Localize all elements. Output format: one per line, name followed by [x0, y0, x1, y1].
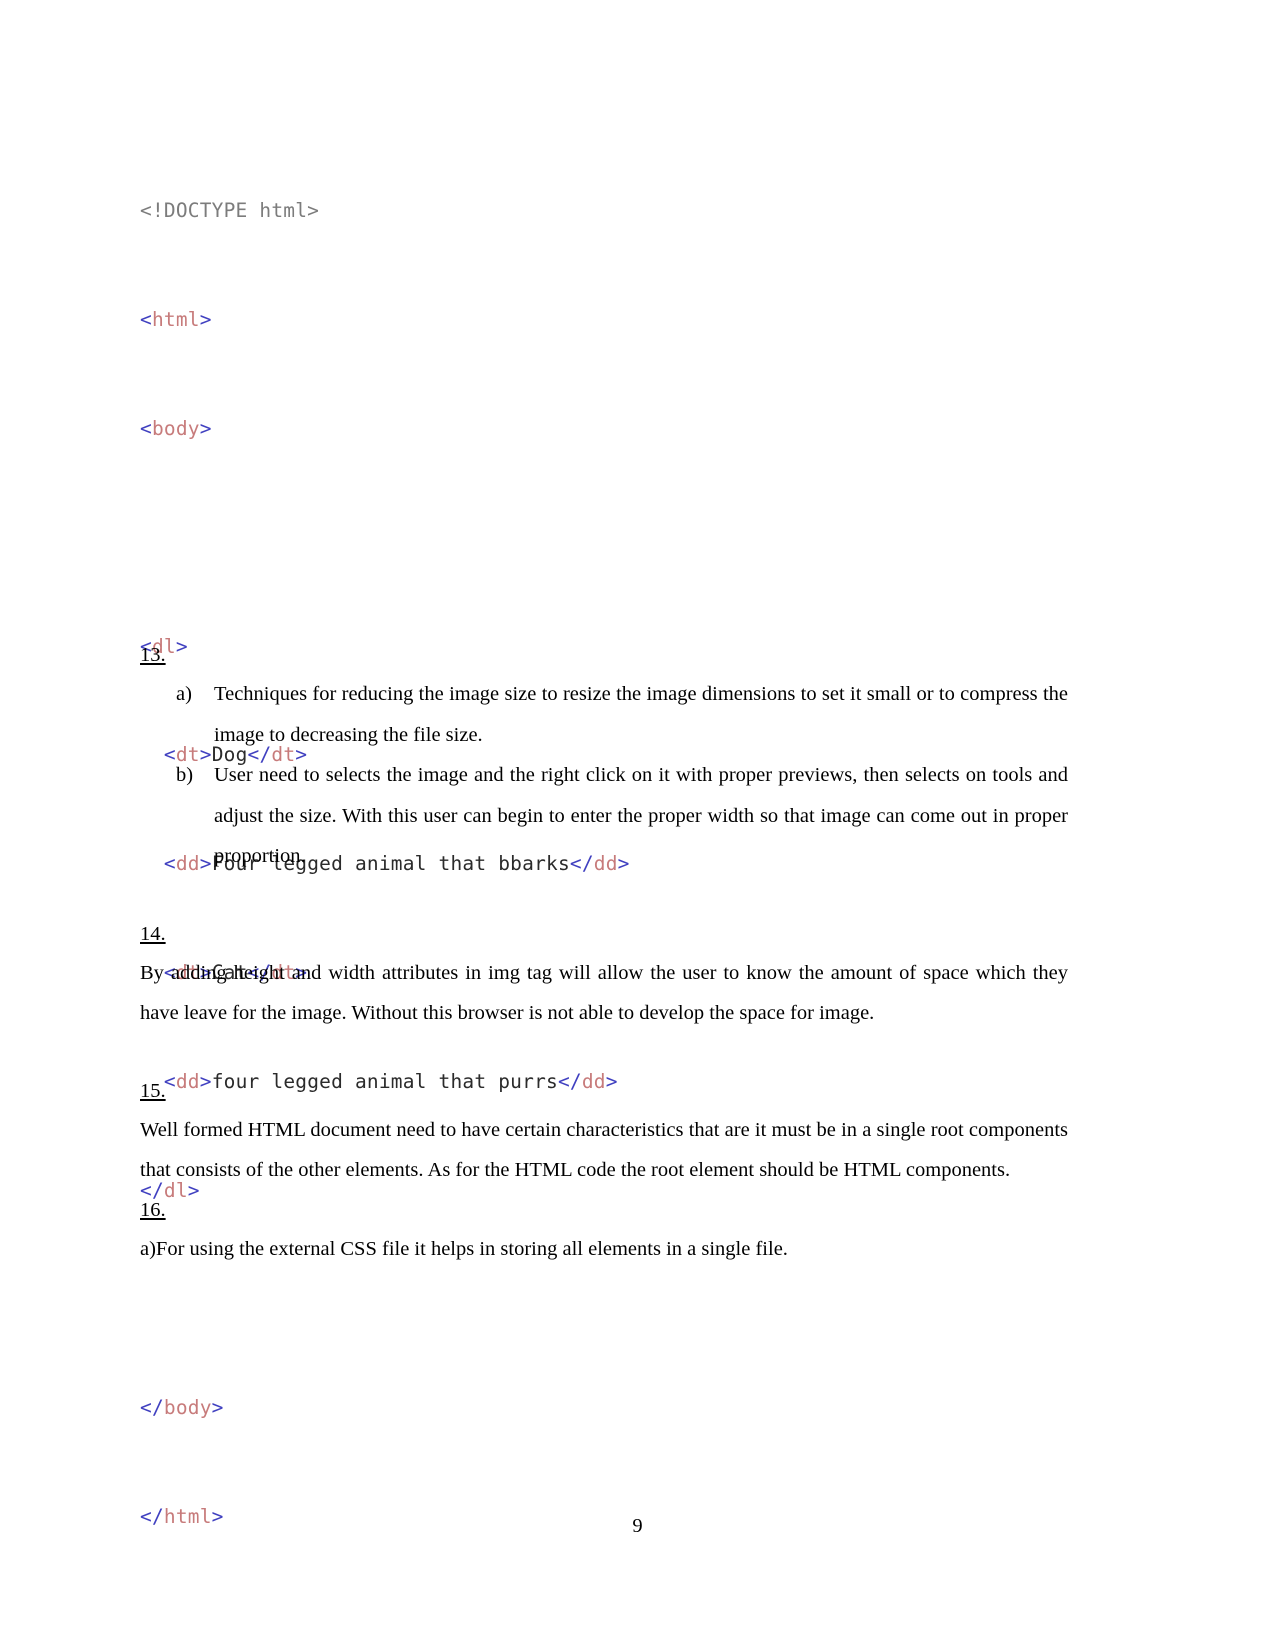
section-14-paragraph: By adding height and width attributes in…: [140, 961, 1068, 1025]
list-marker: b): [176, 764, 194, 786]
list-item: a) Techniques for reducing the image siz…: [140, 674, 1068, 755]
section-15-paragraph: Well formed HTML document need to have c…: [140, 1118, 1068, 1182]
document-page: <!DOCTYPE html> <html> <body> <dl> <dt>D…: [0, 0, 1275, 1651]
list-marker: a): [176, 683, 192, 705]
code-line-blank-1: [140, 524, 700, 551]
code-line-doctype: <!DOCTYPE html>: [140, 199, 320, 223]
page-number: 9: [632, 1515, 643, 1537]
list-item-text: User need to selects the image and the r…: [214, 764, 1068, 867]
section-heading-15: 15.: [140, 1079, 166, 1102]
code-line-body-close: </body>: [140, 1396, 224, 1420]
section-heading-14: 14.: [140, 922, 166, 945]
answers-body: 13. a) Techniques for reducing the image…: [140, 636, 1068, 1269]
code-line-html-open: <html>: [140, 308, 212, 332]
section-16-paragraph: a)For using the external CSS file it hel…: [140, 1237, 788, 1260]
code-line-blank-2: [140, 1286, 700, 1313]
section-heading-13: 13.: [140, 644, 166, 666]
section-13-list: a) Techniques for reducing the image siz…: [140, 674, 1068, 877]
code-line-body-open: <body>: [140, 417, 212, 441]
list-item-text: Techniques for reducing the image size t…: [214, 683, 1068, 746]
list-item: b) User need to selects the image and th…: [140, 755, 1068, 877]
section-heading-16: 16.: [140, 1198, 166, 1221]
